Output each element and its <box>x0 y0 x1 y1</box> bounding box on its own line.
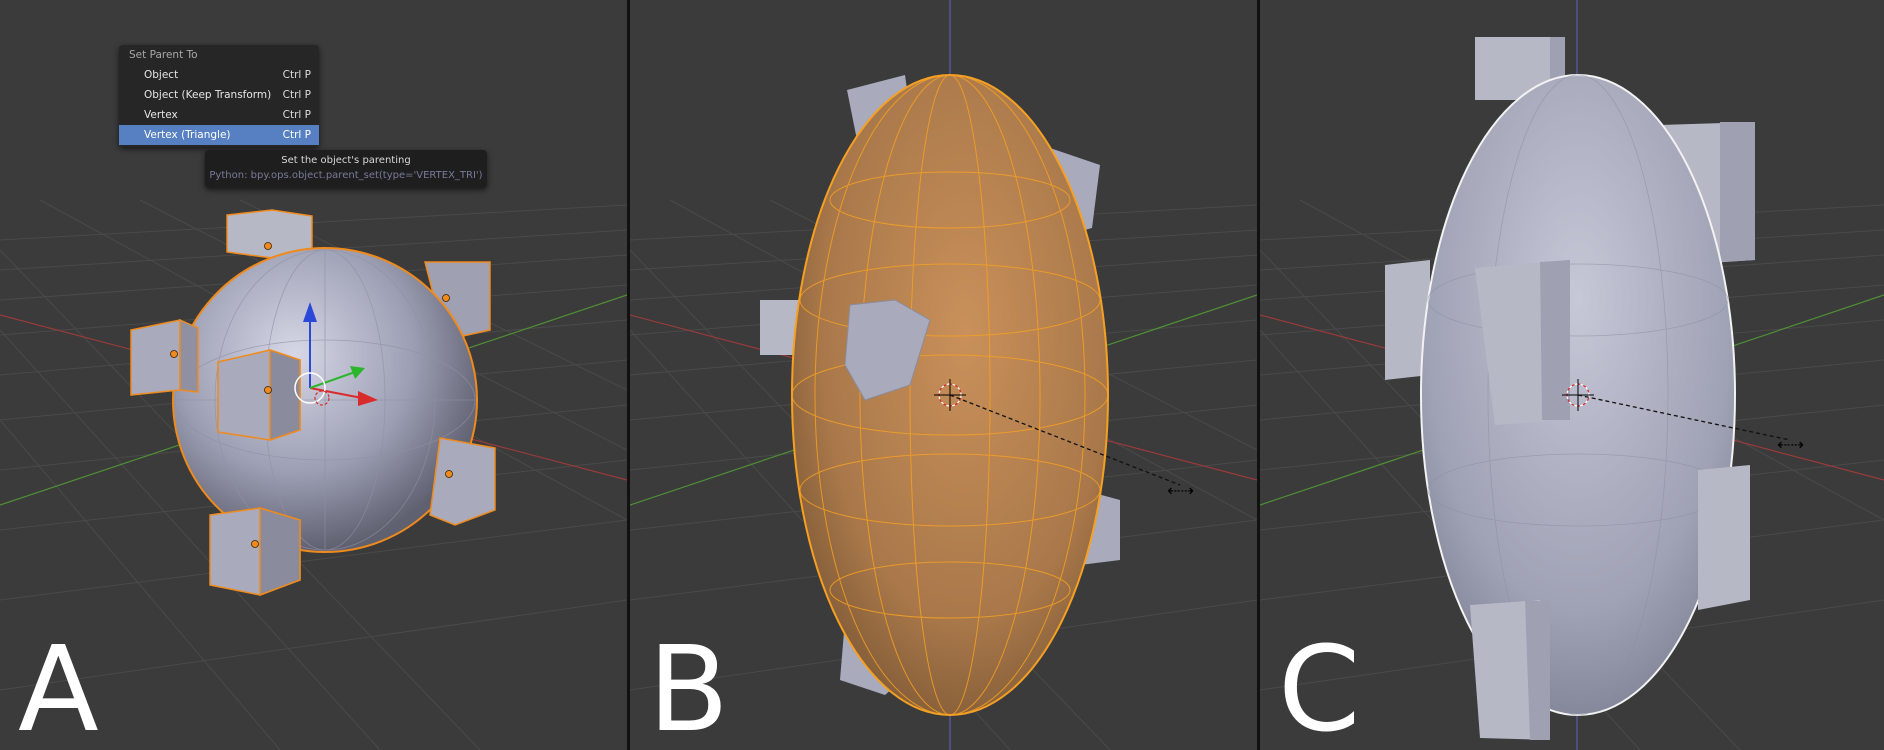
cube-left <box>130 318 199 396</box>
tooltip-python: Python: bpy.ops.object.parent_set(type='… <box>209 170 483 181</box>
menu-item-object[interactable]: Object Ctrl P <box>119 65 319 85</box>
viewport-panel-b[interactable]: ⇠⇢ B <box>630 0 1257 750</box>
menu-item-shortcut: Ctrl P <box>282 69 311 81</box>
operator-tooltip: Set the object's parenting Python: bpy.o… <box>205 150 487 188</box>
move-arrows-icon: ⇠⇢ <box>1167 481 1194 500</box>
menu-item-label: Object (Keep Transform) <box>144 89 272 101</box>
menu-item-vertex-triangle[interactable]: Vertex (Triangle) Ctrl P <box>119 125 319 145</box>
menu-item-shortcut: Ctrl P <box>282 89 311 101</box>
menu-item-label: Vertex <box>144 109 178 121</box>
tooltip-title: Set the object's parenting <box>281 155 411 166</box>
cube-center <box>217 348 301 442</box>
set-parent-menu: Set Parent To Object Ctrl P Object (Keep… <box>119 45 319 147</box>
panel-letter: C <box>1278 620 1361 750</box>
menu-item-object-keep-transform[interactable]: Object (Keep Transform) Ctrl P <box>119 85 319 105</box>
move-arrows-icon: ⇠⇢ <box>1777 435 1804 454</box>
cube-right-front <box>1698 465 1750 610</box>
viewport-panel-a[interactable]: Set Parent To Object Ctrl P Object (Keep… <box>0 0 627 750</box>
menu-item-shortcut: Ctrl P <box>282 109 311 121</box>
menu-item-vertex[interactable]: Vertex Ctrl P <box>119 105 319 125</box>
cube-bottom <box>209 506 301 597</box>
menu-item-label: Vertex (Triangle) <box>144 129 231 141</box>
cube-right-bottom <box>429 437 496 526</box>
menu-title: Set Parent To <box>129 49 198 61</box>
panel-letter: A <box>18 620 99 750</box>
menu-item-label: Object <box>144 69 179 81</box>
cube-bottom-front <box>1470 600 1550 740</box>
panel-letter: B <box>648 620 729 750</box>
viewport-panel-c[interactable]: ⇠⇢ C <box>1260 0 1884 750</box>
menu-item-shortcut: Ctrl P <box>282 129 311 141</box>
